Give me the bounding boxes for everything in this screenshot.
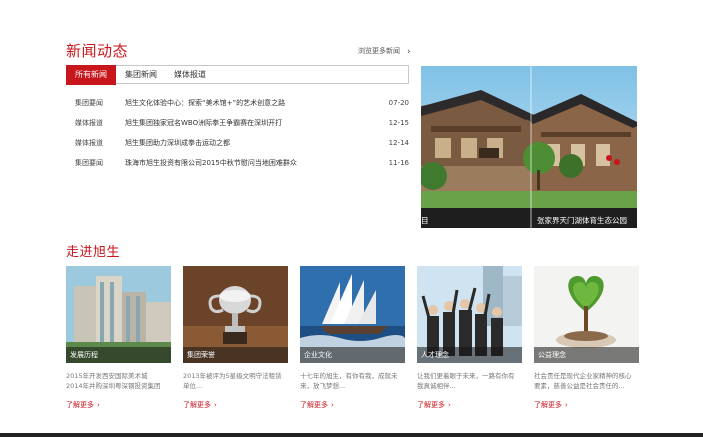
learn-more-link[interactable]: 了解更多 ›	[534, 400, 639, 410]
photo-caption: 目	[421, 216, 429, 225]
news-date: 12-14	[388, 139, 409, 147]
news-category: 集团要闻	[75, 99, 103, 107]
intro-section-title: 走进旭生	[66, 245, 121, 260]
news-item[interactable]: 集团要闻 旭生文化体验中心：探索“美术馆+”的艺术创意之路 07-20	[66, 93, 409, 113]
card-label: 发展历程	[66, 347, 171, 363]
chevron-right-icon: ›	[214, 401, 217, 409]
more-news-link[interactable]: 浏览更多新闻 ›	[358, 46, 411, 57]
news-category: 集团要闻	[75, 159, 103, 167]
news-item[interactable]: 集团要闻 珠海市旭生投资有限公司2015中秋节慰问当地困难群众 11-16	[66, 153, 409, 173]
card-image[interactable]: 公益理念	[534, 266, 639, 363]
card-description: 社会责任是现代企业家精神的核心 要素，慈善公益是社会责任的...	[534, 372, 632, 390]
learn-more-link[interactable]: 了解更多 ›	[417, 400, 522, 410]
card-label: 集团荣誉	[183, 347, 288, 363]
card-description: 让我们更着眼于未来，一路有你有 我真诚相伴...	[417, 372, 515, 390]
photo-caption: 张家界天门湖体育生态公园	[537, 216, 627, 225]
card-image[interactable]: 集团荣誉	[183, 266, 288, 363]
intro-card-talent[interactable]: 人才理念 让我们更着眼于未来，一路有你有 我真诚相伴... 了解更多 ›	[417, 266, 522, 410]
footer-divider	[0, 433, 703, 437]
news-title-link[interactable]: 旭生集团助力深圳成拳击运动之都	[125, 133, 230, 153]
news-category: 媒体报道	[75, 139, 103, 147]
card-description: 2015年开发西安国际美术城 2014年并购深圳粤深钢投资集团	[66, 372, 161, 390]
news-category: 媒体报道	[75, 119, 103, 127]
tab-all-news[interactable]: 所有新闻	[66, 65, 116, 85]
intro-card-honors[interactable]: 集团荣誉 2013年被评为5星级文明守法租赁 单位... 了解更多 ›	[183, 266, 288, 410]
news-photo-slider[interactable]: 目 张家界天门湖体育生态公园	[421, 66, 637, 228]
tab-media-reports[interactable]: 媒体报道	[174, 65, 206, 84]
news-item[interactable]: 媒体报道 旭生集团独家冠名WBO洲际拳王争霸赛在深圳开打 12-15	[66, 113, 409, 133]
card-image[interactable]: 人才理念	[417, 266, 522, 363]
intro-card-history[interactable]: 发展历程 2015年开发西安国际美术城 2014年并购深圳粤深钢投资集团 了解更…	[66, 266, 171, 410]
intro-card-culture[interactable]: 企业文化 十七年的旭生，有你有我，成就未 来，放飞梦想... 了解更多 ›	[300, 266, 405, 410]
card-description: 2013年被评为5星级文明守法租赁 单位...	[183, 372, 282, 390]
card-image[interactable]: 企业文化	[300, 266, 405, 363]
card-label: 公益理念	[534, 347, 639, 363]
chevron-right-icon: ›	[97, 401, 100, 409]
news-date: 12-15	[388, 119, 409, 127]
chevron-right-icon: ›	[331, 401, 334, 409]
news-date: 07-20	[388, 99, 409, 107]
learn-more-link[interactable]: 了解更多 ›	[183, 400, 288, 410]
news-title-link[interactable]: 旭生文化体验中心：探索“美术馆+”的艺术创意之路	[125, 93, 285, 113]
news-item[interactable]: 媒体报道 旭生集团助力深圳成拳击运动之都 12-14	[66, 133, 409, 153]
news-title-link[interactable]: 珠海市旭生投资有限公司2015中秋节慰问当地困难群众	[125, 153, 297, 173]
card-description: 十七年的旭生，有你有我，成就未 来，放飞梦想...	[300, 372, 398, 390]
news-list: 集团要闻 旭生文化体验中心：探索“美术馆+”的艺术创意之路 07-20 媒体报道…	[66, 93, 409, 173]
learn-more-link[interactable]: 了解更多 ›	[66, 400, 171, 410]
chevron-right-icon: ›	[448, 401, 451, 409]
more-news-label: 浏览更多新闻	[358, 47, 400, 55]
news-title-link[interactable]: 旭生集团独家冠名WBO洲际拳王争霸赛在深圳开打	[125, 113, 282, 133]
card-label: 人才理念	[417, 347, 522, 363]
news-section-title: 新闻动态	[66, 42, 129, 60]
learn-more-link[interactable]: 了解更多 ›	[300, 400, 405, 410]
intro-card-charity[interactable]: 公益理念 社会责任是现代企业家精神的核心 要素，慈善公益是社会责任的... 了解…	[534, 266, 639, 410]
news-date: 11-16	[388, 159, 409, 167]
news-tabs: 所有新闻 集团新闻 媒体报道	[66, 65, 409, 85]
tab-group-news[interactable]: 集团新闻	[125, 65, 157, 84]
chevron-right-icon: ›	[407, 47, 411, 57]
news-photo-image	[421, 66, 637, 228]
card-image[interactable]: 发展历程	[66, 266, 171, 363]
card-label: 企业文化	[300, 347, 405, 363]
chevron-right-icon: ›	[565, 401, 568, 409]
